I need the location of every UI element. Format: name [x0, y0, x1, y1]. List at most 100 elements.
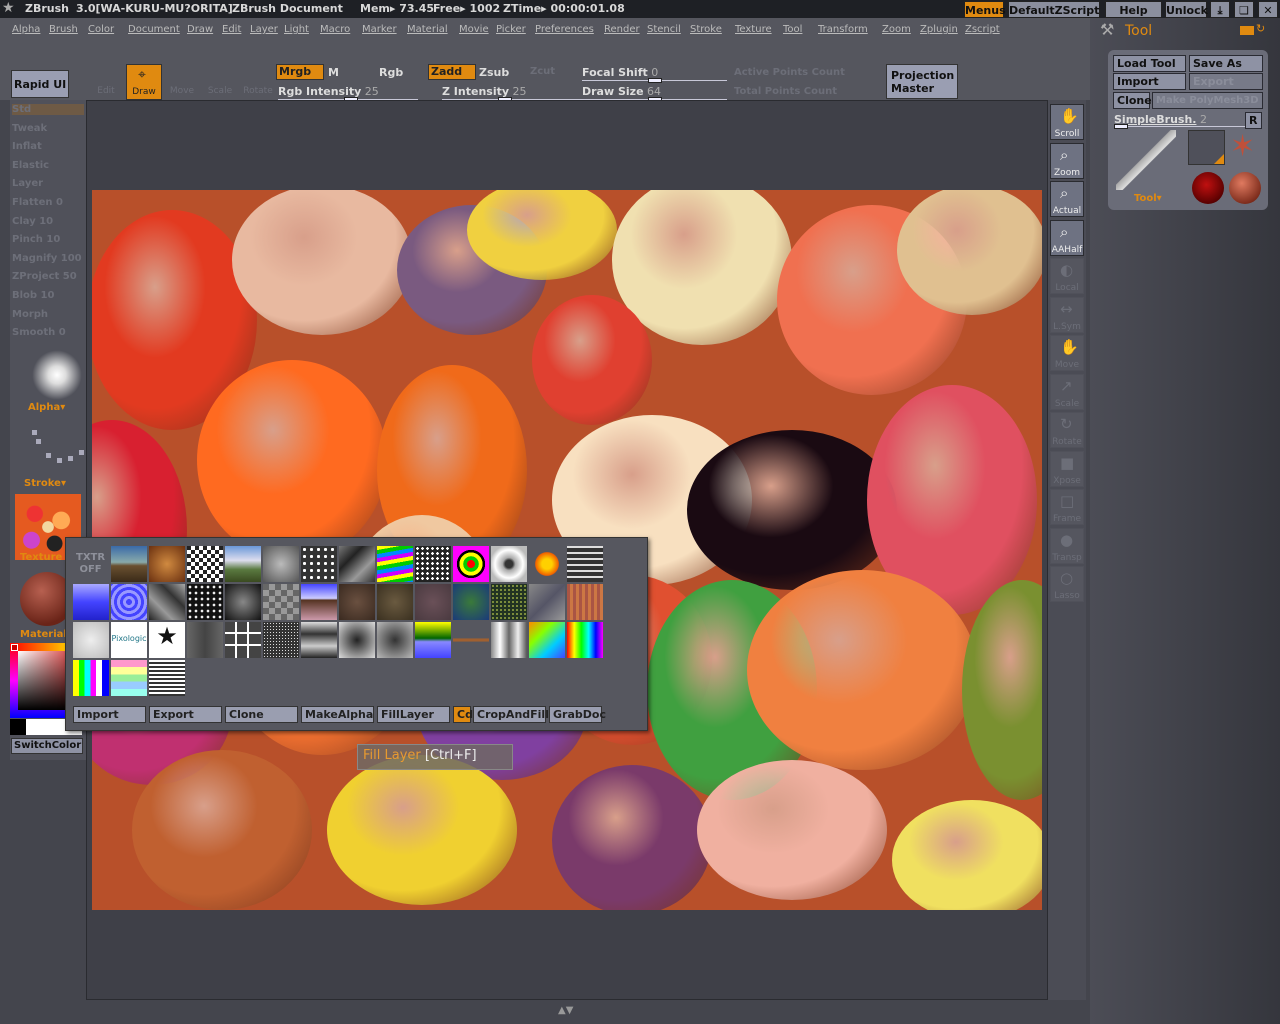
- filllayer-button[interactable]: FillLayer: [377, 706, 450, 723]
- make-polymesh-button[interactable]: Make PolyMesh3D: [1152, 92, 1263, 109]
- shelf-actual-button[interactable]: ⌕ Actual: [1050, 181, 1084, 217]
- shelf-lsym-button[interactable]: ↔ L.Sym: [1050, 296, 1084, 333]
- tool-button[interactable]: Tool▾: [1134, 193, 1162, 204]
- brush-inflat[interactable]: Inflat: [12, 141, 42, 152]
- shelf-xpose-button[interactable]: ■ Xpose: [1050, 450, 1084, 487]
- texture-thumbnail[interactable]: [225, 584, 261, 620]
- mode-edit-button[interactable]: Edit: [88, 64, 124, 100]
- texture-thumbnail[interactable]: [225, 622, 261, 658]
- menu-transform[interactable]: Transform: [818, 24, 868, 35]
- shelf-move-button[interactable]: ✋ Move: [1050, 335, 1084, 371]
- shelf-scroll-button[interactable]: ✋ Scroll: [1050, 104, 1084, 140]
- brush-tweak[interactable]: Tweak: [12, 123, 47, 134]
- dropdown-icon[interactable]: [1240, 26, 1254, 35]
- texture-thumbnail[interactable]: [301, 622, 337, 658]
- import-button[interactable]: Import: [73, 706, 146, 723]
- texture-thumbnail[interactable]: [263, 622, 299, 658]
- draw-size-slider[interactable]: Draw Size 64: [582, 85, 727, 102]
- brush-elastic[interactable]: Elastic: [12, 160, 49, 171]
- texture-thumbnail[interactable]: [149, 660, 185, 696]
- texture-thumbnail[interactable]: [263, 546, 299, 582]
- menu-movie[interactable]: Movie: [459, 24, 489, 35]
- stroke-thumbnail[interactable]: [22, 428, 84, 468]
- shelf-zoom-button[interactable]: ⌕ Zoom: [1050, 142, 1084, 179]
- refresh-icon[interactable]: ↻: [1256, 22, 1265, 35]
- texture-thumbnail[interactable]: [187, 584, 223, 620]
- texture-thumbnail[interactable]: [339, 584, 375, 620]
- brush-pinch[interactable]: Pinch 10: [12, 234, 60, 245]
- texture-thumbnail[interactable]: [339, 546, 375, 582]
- brush-layer[interactable]: Layer: [12, 178, 43, 189]
- clone-tool-button[interactable]: Clone: [1113, 92, 1152, 109]
- unlock-button[interactable]: Unlock: [1165, 1, 1208, 18]
- texture-thumbnail[interactable]: [301, 584, 337, 620]
- texture-thumbnail[interactable]: [453, 584, 489, 620]
- texture-thumbnail[interactable]: [187, 546, 223, 582]
- focal-shift-slider[interactable]: Focal Shift 0: [582, 66, 727, 83]
- texture-thumbnail[interactable]: [73, 622, 109, 658]
- texture-thumbnail[interactable]: [529, 622, 565, 658]
- menu-edit[interactable]: Edit: [222, 24, 241, 35]
- mrgb-button[interactable]: Mrgb: [276, 64, 324, 80]
- brush-clay[interactable]: Clay 10: [12, 216, 53, 227]
- texture-thumbnail[interactable]: [529, 584, 565, 620]
- menu-light[interactable]: Light: [284, 24, 309, 35]
- sphere3d-tool-icon[interactable]: [1229, 172, 1261, 204]
- texture-thumbnail[interactable]: [415, 546, 451, 582]
- makealpha-button[interactable]: MakeAlpha: [301, 706, 374, 723]
- texture-off-button[interactable]: TXTR OFF: [76, 552, 105, 576]
- texture-thumbnail[interactable]: [491, 546, 527, 582]
- texture-thumbnail[interactable]: [339, 622, 375, 658]
- texture-thumbnail[interactable]: Pixologic: [111, 622, 147, 658]
- shelf-frame-button[interactable]: □ Frame: [1050, 489, 1084, 525]
- z-intensity-slider[interactable]: Z Intensity 25: [442, 85, 582, 102]
- close-icon[interactable]: ✕: [1258, 1, 1278, 18]
- r-button[interactable]: R: [1245, 112, 1262, 129]
- menu-layer[interactable]: Layer: [250, 24, 278, 35]
- texture-thumbnail[interactable]: [377, 622, 413, 658]
- menu-alpha[interactable]: Alpha: [12, 24, 40, 35]
- export-tool-button[interactable]: Export: [1189, 73, 1263, 90]
- clone-button[interactable]: Clone: [225, 706, 298, 723]
- mode-draw-button[interactable]: Draw ⌖: [126, 64, 162, 100]
- menu-marker[interactable]: Marker: [362, 24, 397, 35]
- mode-move-button[interactable]: Move: [164, 64, 200, 100]
- menu-zoom[interactable]: Zoom: [882, 24, 911, 35]
- menu-stroke[interactable]: Stroke: [690, 24, 722, 35]
- menu-preferences[interactable]: Preferences: [535, 24, 594, 35]
- zadd-button[interactable]: Zadd: [428, 64, 476, 80]
- brush-smooth[interactable]: Smooth 0: [12, 327, 66, 338]
- texture-thumbnail[interactable]: [263, 584, 299, 620]
- brush-flatten[interactable]: Flatten 0: [12, 197, 63, 208]
- menu-picker[interactable]: Picker: [496, 24, 526, 35]
- zcut-button[interactable]: Zcut: [530, 66, 555, 77]
- restore-icon[interactable]: ❏: [1234, 1, 1254, 18]
- mode-rotate-button[interactable]: Rotate: [240, 64, 276, 100]
- texture-thumbnail[interactable]: [301, 546, 337, 582]
- shelf-rotate-button[interactable]: ↻ Rotate: [1050, 412, 1084, 448]
- texture-thumbnail[interactable]: [111, 584, 147, 620]
- menu-zscript[interactable]: Zscript: [965, 24, 1000, 35]
- menu-draw[interactable]: Draw: [187, 24, 213, 35]
- shelf-scale-button[interactable]: ↗ Scale: [1050, 373, 1084, 410]
- secondary-color-swatch[interactable]: [10, 719, 26, 735]
- texture-thumbnail[interactable]: [415, 584, 451, 620]
- save-as-button[interactable]: Save As: [1189, 55, 1263, 72]
- texture-thumbnail[interactable]: [73, 660, 109, 696]
- sphere-tool-icon[interactable]: [1192, 172, 1224, 204]
- menu-stencil[interactable]: Stencil: [647, 24, 681, 35]
- rapid-ui-button[interactable]: Rapid UI: [11, 70, 69, 98]
- texture-thumbnail[interactable]: [567, 584, 603, 620]
- menu-document[interactable]: Document: [128, 24, 180, 35]
- menu-material[interactable]: Material: [407, 24, 448, 35]
- texture-thumbnail[interactable]: [567, 622, 603, 658]
- texture-thumbnail[interactable]: [377, 584, 413, 620]
- texture-thumbnail[interactable]: [567, 546, 603, 582]
- collapse-arrows-icon[interactable]: ▲▼: [558, 1005, 573, 1016]
- shelf-lasso-button[interactable]: ○ Lasso: [1050, 566, 1084, 602]
- cd-button[interactable]: Cd: [453, 706, 473, 723]
- texture-thumbnail[interactable]: [149, 546, 185, 582]
- alpha-button[interactable]: Alpha▾: [28, 402, 65, 413]
- brush-magnify[interactable]: Magnify 100: [12, 253, 82, 264]
- simplebrush-small-thumbnail[interactable]: [1188, 130, 1225, 165]
